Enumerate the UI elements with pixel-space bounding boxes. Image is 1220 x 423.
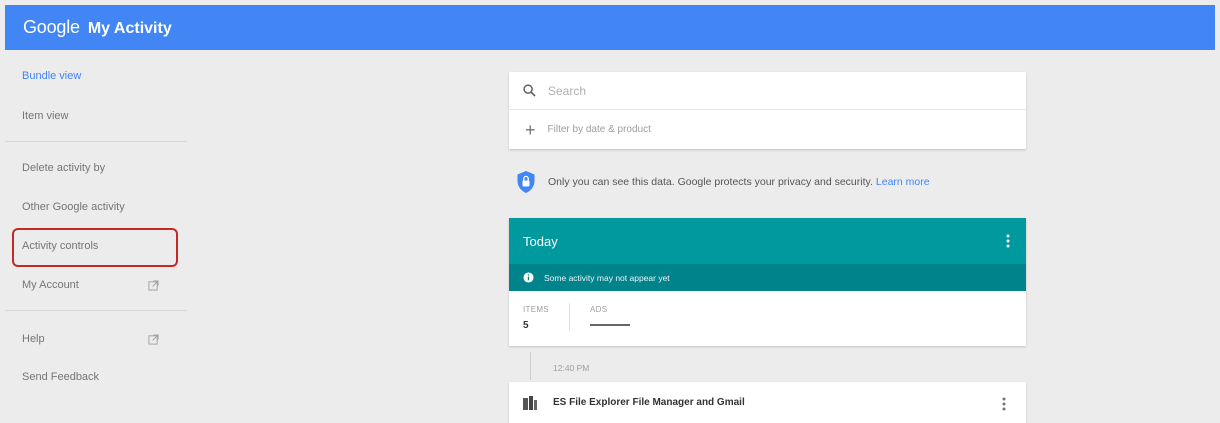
external-link-icon[interactable]: [148, 334, 159, 345]
nav-help[interactable]: Help: [22, 333, 45, 345]
plus-icon: +: [525, 119, 536, 140]
ads-bar: [590, 324, 630, 326]
stat-separator: [569, 303, 570, 331]
more-vert-icon[interactable]: [1002, 397, 1006, 411]
today-header: Today: [509, 218, 1026, 264]
search-bar[interactable]: Search: [509, 72, 1026, 110]
privacy-message: Only you can see this data. Google prote…: [548, 176, 873, 188]
sidebar: Bundle view Item view Delete activity by…: [5, 50, 187, 423]
filter-row[interactable]: + Filter by date & product: [509, 110, 1026, 149]
shield-lock-icon: [517, 171, 535, 193]
today-card: Today Some activity may not appear yet I…: [509, 218, 1026, 346]
timeline-line: [530, 352, 531, 380]
item-title: ES File Explorer File Manager and Gmail: [553, 397, 745, 408]
app-icon: [523, 396, 537, 410]
info-icon: [523, 272, 534, 283]
nav-bundle-view[interactable]: Bundle view: [22, 70, 81, 82]
google-logo: Google: [23, 17, 80, 37]
nav-delete-activity[interactable]: Delete activity by: [22, 162, 105, 174]
items-count: 5: [523, 320, 529, 331]
notice-text: Some activity may not appear yet: [544, 272, 670, 283]
items-label: ITEMS: [523, 305, 549, 314]
nav-my-account[interactable]: My Account: [22, 279, 79, 291]
time-label: 12:40 PM: [553, 363, 590, 373]
more-vert-icon[interactable]: [1006, 234, 1010, 248]
search-input[interactable]: Search: [548, 84, 586, 98]
sidebar-divider: [5, 310, 187, 311]
brand[interactable]: Google My Activity: [23, 17, 172, 38]
filter-label: Filter by date & product: [547, 124, 651, 135]
activity-item[interactable]: ES File Explorer File Manager and Gmail: [509, 382, 1026, 423]
search-card: Search + Filter by date & product: [509, 72, 1026, 149]
stats-row: ITEMS 5 ADS: [509, 291, 1026, 346]
activity-notice: Some activity may not appear yet: [509, 264, 1026, 291]
today-title: Today: [523, 233, 558, 249]
external-link-icon[interactable]: [148, 280, 159, 291]
nav-other-activity[interactable]: Other Google activity: [22, 201, 125, 213]
privacy-notice: Only you can see this data. Google prote…: [516, 170, 930, 194]
nav-activity-controls[interactable]: Activity controls: [22, 240, 98, 252]
nav-item-view[interactable]: Item view: [22, 110, 68, 122]
learn-more-link[interactable]: Learn more: [876, 176, 930, 188]
search-icon: [523, 84, 536, 97]
privacy-text: Only you can see this data. Google prote…: [548, 176, 930, 188]
nav-send-feedback[interactable]: Send Feedback: [22, 371, 99, 383]
ads-label: ADS: [590, 305, 608, 314]
app-bar: Google My Activity: [5, 5, 1215, 50]
app-title: My Activity: [87, 20, 172, 37]
sidebar-divider: [5, 141, 187, 142]
